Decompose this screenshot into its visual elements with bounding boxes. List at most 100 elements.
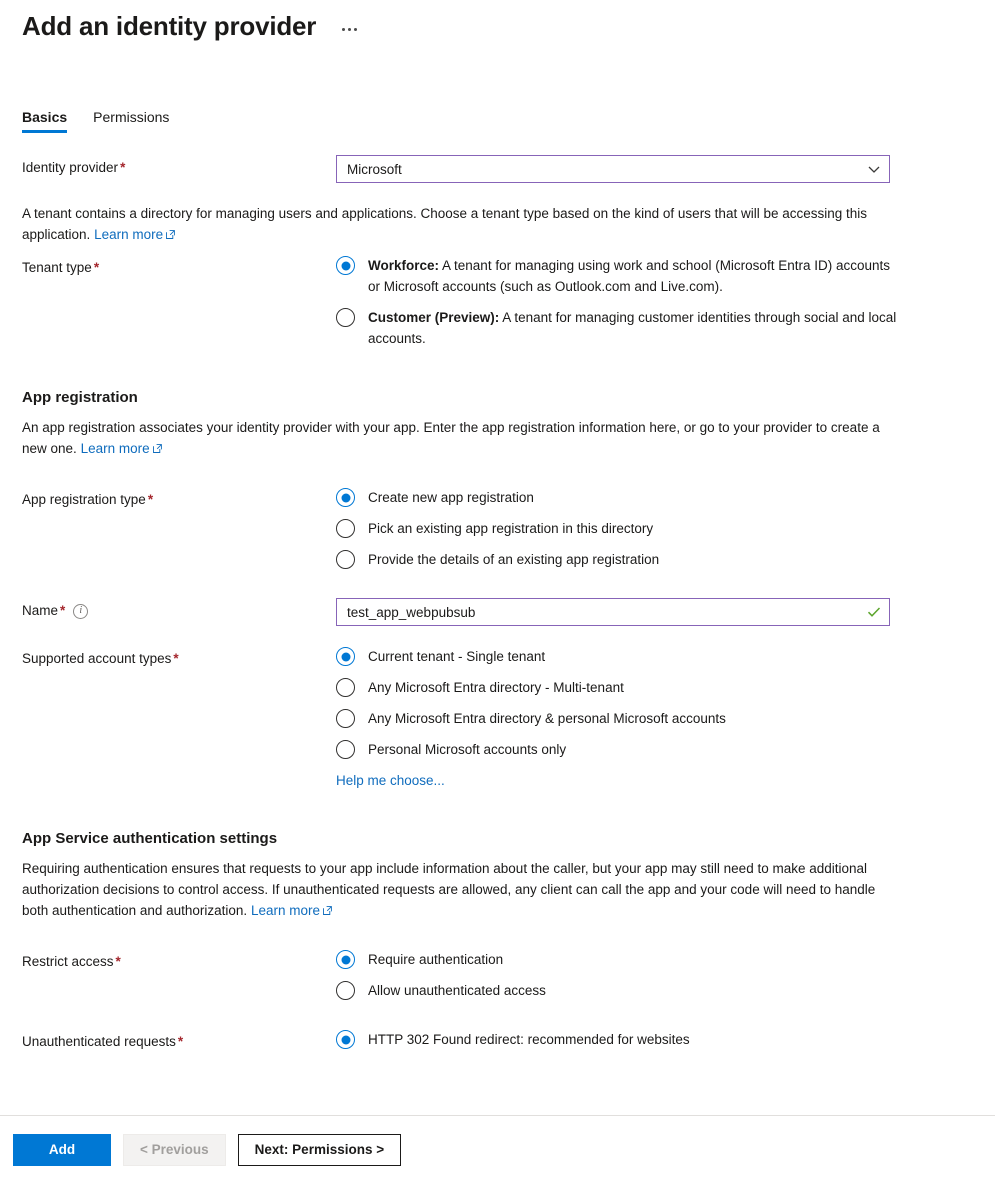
radio-label: Personal Microsoft accounts only xyxy=(368,742,567,757)
radio-require-authentication[interactable]: Require authentication xyxy=(336,949,973,970)
identity-provider-select[interactable]: Microsoft xyxy=(336,155,890,183)
radio-mark xyxy=(336,740,355,759)
restrict-access-row: Restrict access * Require authentication … xyxy=(22,949,973,1001)
auth-settings-heading: App Service authentication settings xyxy=(22,830,278,847)
radio-label: Create new app registration xyxy=(368,490,534,505)
unauthenticated-requests-radio-group: HTTP 302 Found redirect: recommended for… xyxy=(336,1029,973,1050)
tenant-type-field: Workforce: A tenant for managing using w… xyxy=(336,255,973,349)
radio-mark xyxy=(336,550,355,569)
more-options-icon[interactable] xyxy=(338,24,361,35)
radio-label: Allow unauthenticated access xyxy=(368,983,546,998)
required-asterisk: * xyxy=(173,651,179,666)
tenant-type-label-text: Tenant type xyxy=(22,260,92,275)
next-permissions-button[interactable]: Next: Permissions > xyxy=(237,1133,402,1166)
required-asterisk: * xyxy=(177,1034,184,1049)
radio-tenant-type-customer[interactable]: Customer (Preview): A tenant for managin… xyxy=(336,307,973,349)
app-registration-type-label: App registration type * xyxy=(22,487,336,510)
radio-label: Provide the details of an existing app r… xyxy=(368,552,660,567)
required-asterisk: * xyxy=(120,160,126,175)
add-identity-provider-blade: Add an identity provider Basics Permissi… xyxy=(0,0,995,1183)
restrict-access-field: Require authentication Allow unauthentic… xyxy=(336,949,973,1001)
radio-provide-existing-app-registration[interactable]: Provide the details of an existing app r… xyxy=(336,549,973,570)
app-registration-type-label-text: App registration type xyxy=(22,492,146,507)
app-registration-description-text: An app registration associates your iden… xyxy=(22,420,880,456)
radio-create-new-app-registration[interactable]: Create new app registration xyxy=(336,487,973,508)
restrict-access-label: Restrict access * xyxy=(22,949,336,972)
app-registration-type-field: Create new app registration Pick an exis… xyxy=(336,487,973,570)
radio-mark xyxy=(336,981,355,1000)
radio-label-strong: Customer (Preview): xyxy=(368,310,500,325)
radio-personal-only[interactable]: Personal Microsoft accounts only xyxy=(336,739,973,760)
radio-current-tenant-single[interactable]: Current tenant - Single tenant xyxy=(336,646,973,667)
name-row: Name * i xyxy=(22,598,973,626)
radio-mark xyxy=(336,256,355,275)
supported-account-types-label-text: Supported account types xyxy=(22,651,172,666)
radio-tenant-type-workforce[interactable]: Workforce: A tenant for managing using w… xyxy=(336,255,973,297)
page-title: Add an identity provider xyxy=(22,11,317,41)
auth-settings-description: Requiring authentication ensures that re… xyxy=(22,858,888,921)
tenant-learn-more-label: Learn more xyxy=(94,227,164,242)
radio-any-entra-and-personal[interactable]: Any Microsoft Entra directory & personal… xyxy=(336,708,973,729)
app-registration-learn-more-link[interactable]: Learn more xyxy=(81,441,150,456)
name-label: Name * i xyxy=(22,598,336,621)
radio-label-text: A tenant for managing using work and sch… xyxy=(368,258,890,294)
external-link-icon xyxy=(323,906,332,915)
help-me-choose-link[interactable]: Help me choose... xyxy=(336,773,445,788)
restrict-access-label-text: Restrict access xyxy=(22,954,114,969)
tab-permissions[interactable]: Permissions xyxy=(93,108,169,133)
radio-mark xyxy=(336,678,355,697)
required-asterisk: * xyxy=(60,603,66,618)
auth-settings-description-text: Requiring authentication ensures that re… xyxy=(22,861,876,918)
auth-settings-learn-more-link[interactable]: Learn more xyxy=(251,903,320,918)
blade-header: Add an identity provider xyxy=(0,0,995,42)
unauthenticated-requests-field: HTTP 302 Found redirect: recommended for… xyxy=(336,1029,973,1050)
radio-label: Any Microsoft Entra directory & personal… xyxy=(368,711,726,726)
tab-basics[interactable]: Basics xyxy=(22,108,68,133)
external-link-icon xyxy=(166,230,175,239)
name-input-wrapper[interactable] xyxy=(336,598,890,626)
radio-label: Require authentication xyxy=(368,952,504,967)
name-label-text: Name xyxy=(22,603,59,618)
action-bar: Add < Previous Next: Permissions > xyxy=(0,1115,995,1183)
unauthenticated-requests-label-text: Unauthenticated requests xyxy=(22,1034,176,1049)
identity-provider-value: Microsoft xyxy=(347,161,402,177)
tab-basics-label: Basics xyxy=(22,109,68,125)
tab-permissions-label: Permissions xyxy=(93,109,170,125)
tenant-description: A tenant contains a directory for managi… xyxy=(22,203,888,245)
restrict-access-radio-group: Require authentication Allow unauthentic… xyxy=(336,949,973,1001)
unauthenticated-requests-label: Unauthenticated requests * xyxy=(22,1029,336,1052)
radio-mark xyxy=(336,709,355,728)
app-registration-type-row: App registration type * Create new app re… xyxy=(22,487,973,570)
radio-mark xyxy=(336,1030,355,1049)
radio-label: HTTP 302 Found redirect: recommended for… xyxy=(368,1032,690,1047)
radio-label: Workforce: A tenant for managing using w… xyxy=(368,255,898,297)
app-registration-type-radio-group: Create new app registration Pick an exis… xyxy=(336,487,973,570)
app-registration-description: An app registration associates your iden… xyxy=(22,417,888,459)
name-field xyxy=(336,598,973,626)
radio-pick-existing-app-registration[interactable]: Pick an existing app registration in thi… xyxy=(336,518,973,539)
dot xyxy=(354,28,358,31)
add-button[interactable]: Add xyxy=(13,1133,111,1166)
info-icon[interactable]: i xyxy=(73,603,89,619)
auth-settings-learn-more-label: Learn more xyxy=(250,903,320,918)
radio-allow-unauthenticated-access[interactable]: Allow unauthenticated access xyxy=(336,980,973,1001)
radio-label: Customer (Preview): A tenant for managin… xyxy=(368,307,898,349)
tenant-learn-more-link[interactable]: Learn more xyxy=(94,227,163,242)
name-input[interactable] xyxy=(347,604,867,620)
identity-provider-row: Identity provider * Microsoft xyxy=(22,155,973,183)
supported-account-types-row: Supported account types * Current tenant … xyxy=(22,646,973,790)
identity-provider-label: Identity provider * xyxy=(22,155,336,178)
radio-mark xyxy=(336,488,355,507)
radio-label: Any Microsoft Entra directory - Multi-te… xyxy=(368,680,624,695)
tenant-type-label: Tenant type * xyxy=(22,255,336,278)
external-link-icon xyxy=(152,444,162,453)
radio-label: Pick an existing app registration in thi… xyxy=(368,521,654,536)
radio-mark xyxy=(336,308,355,327)
chevron-down-icon xyxy=(867,162,881,176)
radio-http-302-found-redirect[interactable]: HTTP 302 Found redirect: recommended for… xyxy=(336,1029,973,1050)
radio-mark xyxy=(336,519,355,538)
app-registration-learn-more-label: Learn more xyxy=(80,441,150,456)
supported-account-types-field: Current tenant - Single tenant Any Micro… xyxy=(336,646,973,790)
radio-any-entra-multi-tenant[interactable]: Any Microsoft Entra directory - Multi-te… xyxy=(336,677,973,698)
form-content: Identity provider * Microsoft A tenant co… xyxy=(0,155,995,1132)
